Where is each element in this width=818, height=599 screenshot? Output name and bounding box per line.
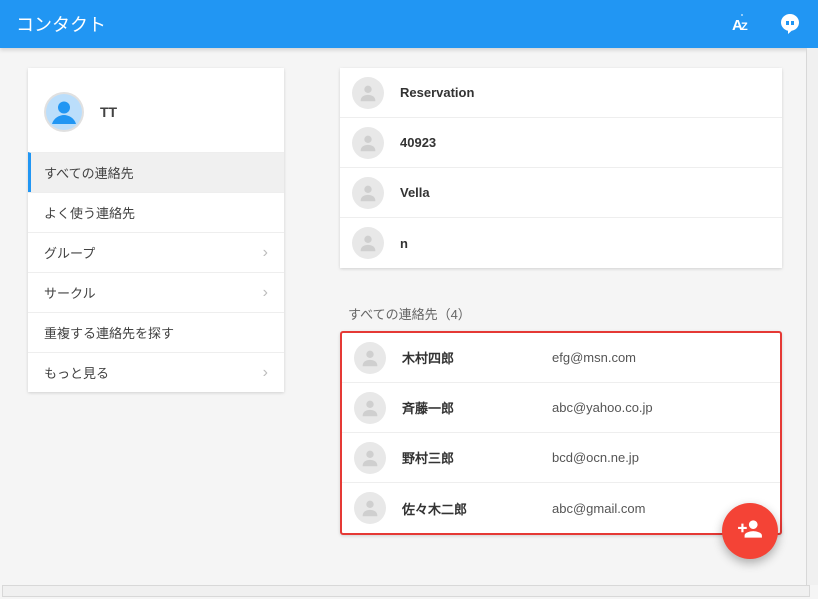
section-label-all-contacts: すべての連絡先（4）: [348, 304, 782, 323]
contact-row[interactable]: 40923: [340, 118, 782, 168]
vertical-scrollbar[interactable]: [806, 48, 818, 585]
sidebar-item-label: すべての連絡先: [44, 163, 134, 182]
contact-name: 40923: [400, 135, 550, 150]
contact-row[interactable]: n: [340, 218, 782, 268]
sidebar-item-label: よく使う連絡先: [44, 203, 135, 222]
sidebar-item-label: グループ: [44, 243, 95, 262]
contact-email: abc@yahoo.co.jp: [552, 400, 653, 415]
chevron-right-icon: ›: [263, 364, 268, 382]
all-contacts-card: 木村四郎 efg@msn.com 斉藤一郎 abc@yahoo.co.jp 野村…: [340, 331, 782, 535]
sidebar-item-frequent[interactable]: よく使う連絡先: [28, 192, 284, 232]
profile-name: TT: [100, 104, 117, 120]
person-avatar-icon: [354, 442, 386, 474]
person-avatar-icon: [352, 227, 384, 259]
contact-row[interactable]: 野村三郎 bcd@ocn.ne.jp: [342, 433, 780, 483]
svg-text:Z: Z: [741, 21, 748, 33]
add-contact-fab[interactable]: [722, 503, 778, 559]
content-area: TT すべての連絡先 よく使う連絡先 グループ › サークル › 重複する連絡先…: [0, 48, 818, 599]
chevron-right-icon: ›: [263, 284, 268, 302]
contact-row[interactable]: 木村四郎 efg@msn.com: [342, 333, 780, 383]
person-avatar-icon: [352, 127, 384, 159]
contact-name: n: [400, 236, 550, 251]
sidebar-item-circles[interactable]: サークル ›: [28, 272, 284, 312]
person-avatar-icon: [354, 492, 386, 524]
contact-name: 斉藤一郎: [402, 398, 552, 417]
contact-row[interactable]: 斉藤一郎 abc@yahoo.co.jp: [342, 383, 780, 433]
sidebar-item-label: 重複する連絡先を探す: [44, 323, 174, 342]
person-avatar-icon: [354, 392, 386, 424]
app-title: コンタクト: [16, 11, 730, 37]
contact-row[interactable]: Reservation: [340, 68, 782, 118]
contact-name: Vella: [400, 185, 550, 200]
sidebar-item-all-contacts[interactable]: すべての連絡先: [28, 152, 284, 192]
sidebar-item-more[interactable]: もっと見る ›: [28, 352, 284, 392]
sidebar-item-label: サークル: [44, 283, 96, 302]
hangouts-icon[interactable]: [778, 12, 802, 36]
sidebar-item-find-duplicates[interactable]: 重複する連絡先を探す: [28, 312, 284, 352]
header-actions: AZ: [730, 12, 802, 36]
contact-row[interactable]: Vella: [340, 168, 782, 218]
add-person-icon: [737, 516, 763, 547]
contact-row[interactable]: 佐々木二郎 abc@gmail.com: [342, 483, 780, 533]
sort-az-icon[interactable]: AZ: [730, 12, 754, 36]
profile-block[interactable]: TT: [28, 68, 284, 152]
chevron-right-icon: ›: [263, 244, 268, 262]
sidebar: TT すべての連絡先 よく使う連絡先 グループ › サークル › 重複する連絡先…: [28, 68, 284, 392]
person-avatar-icon: [352, 77, 384, 109]
profile-avatar-icon: [44, 92, 84, 132]
contact-name: Reservation: [400, 85, 550, 100]
contact-email: abc@gmail.com: [552, 501, 645, 516]
sidebar-item-groups[interactable]: グループ ›: [28, 232, 284, 272]
contact-name: 佐々木二郎: [402, 499, 552, 518]
sidebar-item-label: もっと見る: [44, 363, 109, 382]
contact-name: 木村四郎: [402, 348, 552, 367]
contact-name: 野村三郎: [402, 448, 552, 467]
top-contacts-card: Reservation 40923 Vella n: [340, 68, 782, 268]
person-avatar-icon: [354, 342, 386, 374]
contact-email: efg@msn.com: [552, 350, 636, 365]
person-avatar-icon: [352, 177, 384, 209]
contact-email: bcd@ocn.ne.jp: [552, 450, 639, 465]
horizontal-scrollbar[interactable]: [2, 585, 810, 597]
app-header: コンタクト AZ: [0, 0, 818, 48]
